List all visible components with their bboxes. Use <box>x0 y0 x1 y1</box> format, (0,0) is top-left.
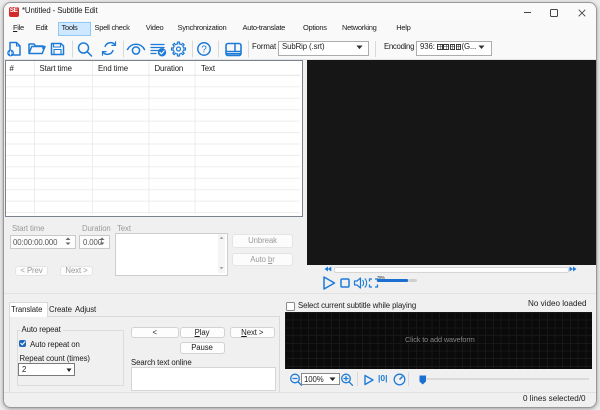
svg-text:?: ? <box>201 45 207 56</box>
